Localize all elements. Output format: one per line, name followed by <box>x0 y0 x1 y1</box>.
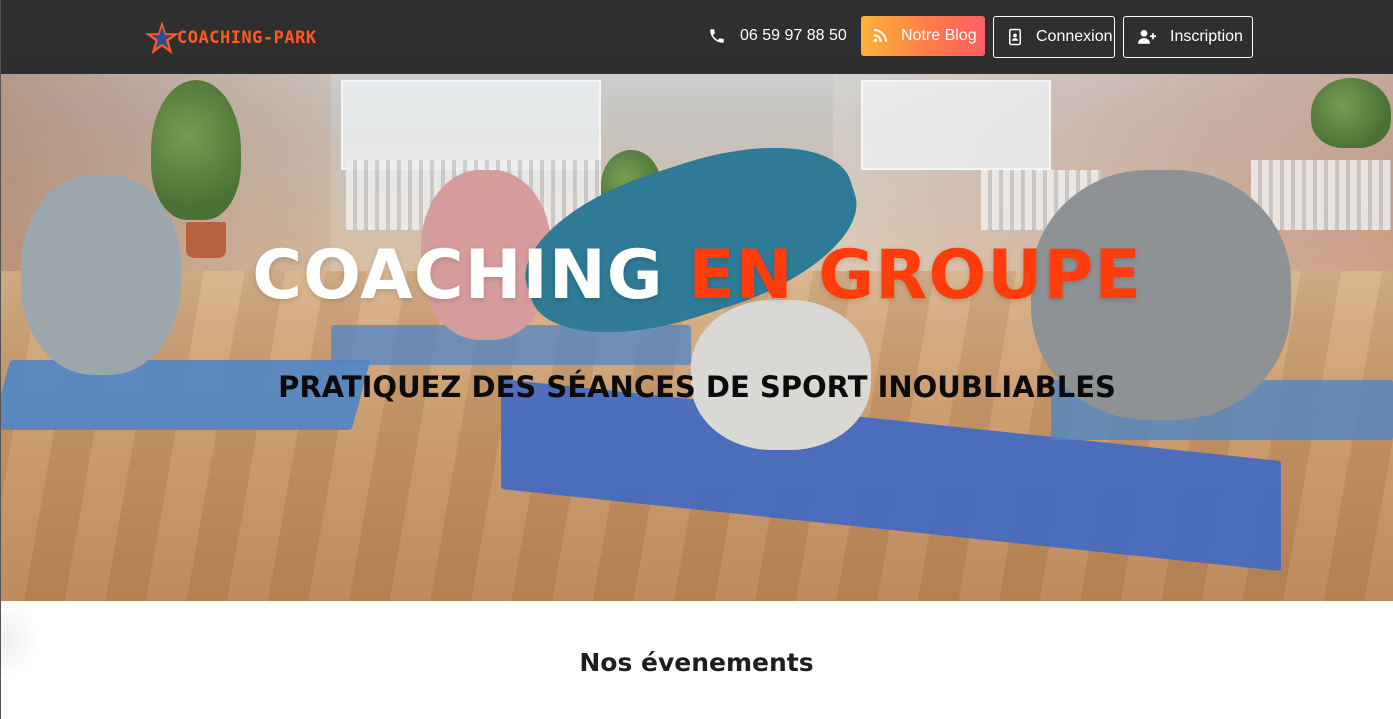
hero-title-main: COACHING <box>252 236 664 315</box>
rss-icon <box>873 29 887 43</box>
brand-name: COACHING-PARK <box>177 28 317 48</box>
blog-button-label: Notre Blog <box>901 27 977 44</box>
blog-button[interactable]: Notre Blog <box>861 16 985 56</box>
hero-bg-plant <box>151 80 241 220</box>
signup-button-label: Inscription <box>1170 28 1243 45</box>
hero-title-accent: EN GROUPE <box>688 236 1142 315</box>
user-plus-icon <box>1138 29 1156 44</box>
star-icon <box>144 20 180 55</box>
hero-bg-plant <box>1311 78 1391 148</box>
events-section-title: Nos évenements <box>579 648 814 677</box>
id-card-icon <box>1009 28 1021 46</box>
top-navbar: COACHING-PARK 06 59 97 88 50 Notre Blog … <box>1 0 1393 74</box>
hero-bg-window <box>861 80 1051 170</box>
hero-subtitle: PRATIQUEZ DES SÉANCES DE SPORT INOUBLIAB… <box>278 370 1116 404</box>
phone-icon <box>710 29 724 43</box>
hero-title: COACHING EN GROUPE <box>1 236 1393 315</box>
phone-number: 06 59 97 88 50 <box>740 27 847 44</box>
login-button[interactable]: Connexion <box>993 16 1115 58</box>
phone-link[interactable]: 06 59 97 88 50 <box>708 24 847 48</box>
signup-button[interactable]: Inscription <box>1123 16 1253 58</box>
hero-bg-window <box>341 80 601 170</box>
hero-bg-radiator <box>1251 160 1391 230</box>
brand-logo-link[interactable]: COACHING-PARK <box>143 18 317 58</box>
hero-banner: COACHING EN GROUPE PRATIQUEZ DES SÉANCES… <box>1 0 1393 601</box>
login-button-label: Connexion <box>1036 28 1113 45</box>
